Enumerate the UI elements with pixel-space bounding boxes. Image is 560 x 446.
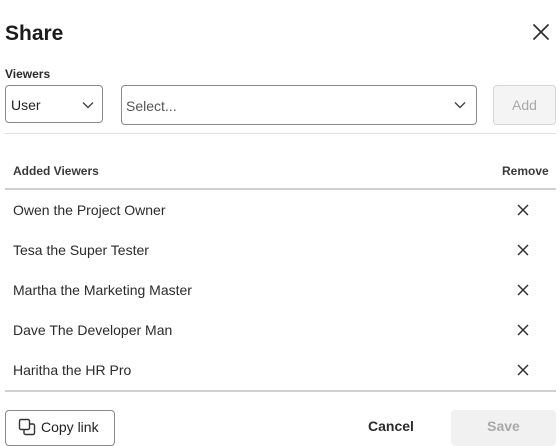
column-header-remove: Remove (502, 164, 549, 178)
viewer-name: Haritha the HR Pro (13, 362, 132, 378)
remove-icon[interactable] (516, 283, 530, 297)
remove-icon[interactable] (516, 363, 530, 377)
viewer-select-placeholder: Select... (126, 98, 177, 114)
column-header-added-viewers: Added Viewers (13, 164, 99, 178)
remove-icon[interactable] (516, 243, 530, 257)
chevron-down-icon (454, 102, 466, 109)
table-row: Martha the Marketing Master (5, 270, 556, 310)
viewer-name: Martha the Marketing Master (13, 282, 192, 298)
viewer-name: Owen the Project Owner (13, 202, 166, 218)
close-icon[interactable] (529, 20, 553, 44)
divider (5, 133, 556, 134)
viewer-select[interactable]: Select... (121, 85, 477, 125)
viewer-name: Tesa the Super Tester (13, 242, 149, 258)
copy-link-label: Copy link (41, 419, 99, 435)
table-row: Dave The Developer Man (5, 310, 556, 350)
add-button[interactable]: Add (493, 85, 556, 125)
table-row: Owen the Project Owner (5, 190, 556, 230)
table-bottom-divider (5, 390, 556, 392)
table-row: Haritha the HR Pro (5, 350, 556, 390)
remove-icon[interactable] (516, 203, 530, 217)
viewer-type-value: User (11, 97, 41, 113)
viewers-label: Viewers (5, 67, 51, 81)
cancel-button[interactable]: Cancel (368, 418, 414, 434)
viewer-type-select[interactable]: User (5, 85, 103, 123)
copy-link-button[interactable]: Copy link (5, 410, 115, 446)
table-row: Tesa the Super Tester (5, 230, 556, 270)
chevron-down-icon (82, 102, 94, 109)
remove-icon[interactable] (516, 323, 530, 337)
copy-icon (18, 418, 36, 436)
dialog-title: Share (5, 22, 64, 45)
viewer-name: Dave The Developer Man (13, 322, 173, 338)
save-button[interactable]: Save (451, 410, 556, 446)
